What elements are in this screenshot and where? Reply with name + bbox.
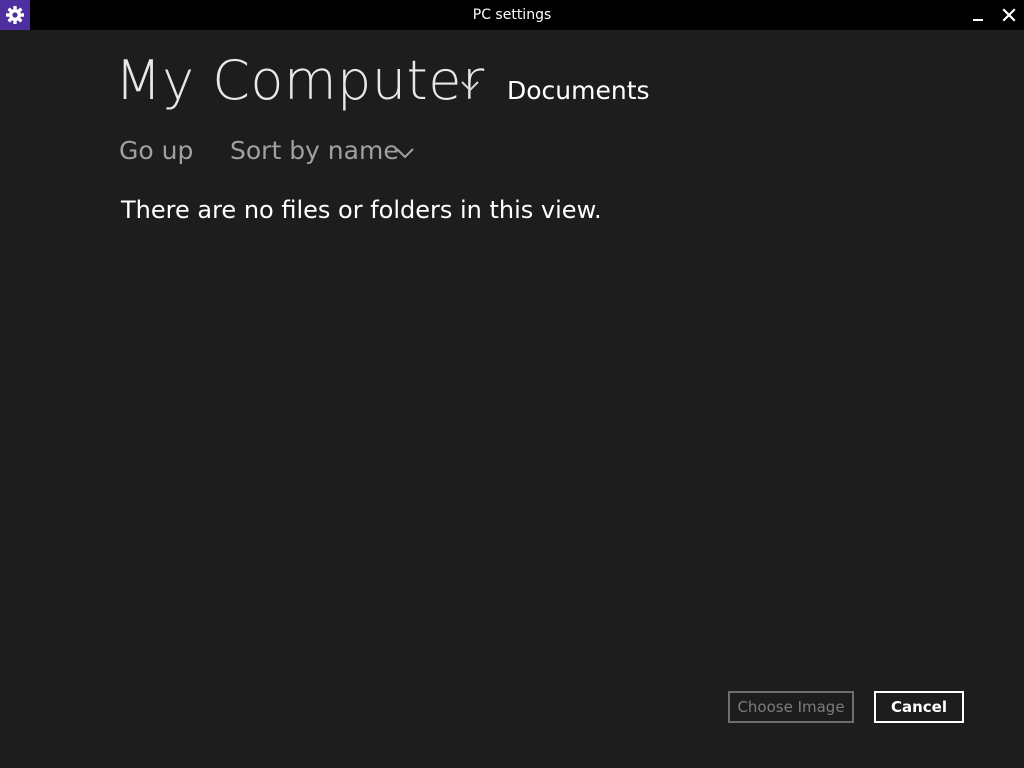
close-icon — [1002, 8, 1016, 22]
location-title[interactable]: My Computer — [115, 46, 485, 116]
minimize-button[interactable] — [963, 0, 993, 30]
sort-dropdown-button[interactable] — [394, 144, 416, 162]
window-title: PC settings — [472, 7, 552, 23]
location-dropdown-button[interactable] — [459, 76, 481, 96]
title-bar: PC settings — [0, 0, 1024, 30]
choose-image-button[interactable]: Choose Image — [728, 691, 854, 723]
empty-state-message: There are no files or folders in this vi… — [121, 196, 602, 224]
chevron-down-icon — [396, 148, 414, 159]
close-button[interactable] — [994, 0, 1024, 30]
gear-icon[interactable] — [0, 0, 30, 30]
current-folder-label: Documents — [507, 76, 650, 105]
chevron-down-icon — [461, 81, 479, 92]
sort-by-button[interactable]: Sort by name — [230, 134, 399, 168]
pc-settings-window: PC settings My Computer Documents Go up … — [0, 0, 1024, 768]
cancel-button[interactable]: Cancel — [874, 691, 964, 723]
go-up-button[interactable]: Go up — [119, 134, 193, 168]
minimize-icon — [973, 19, 983, 21]
